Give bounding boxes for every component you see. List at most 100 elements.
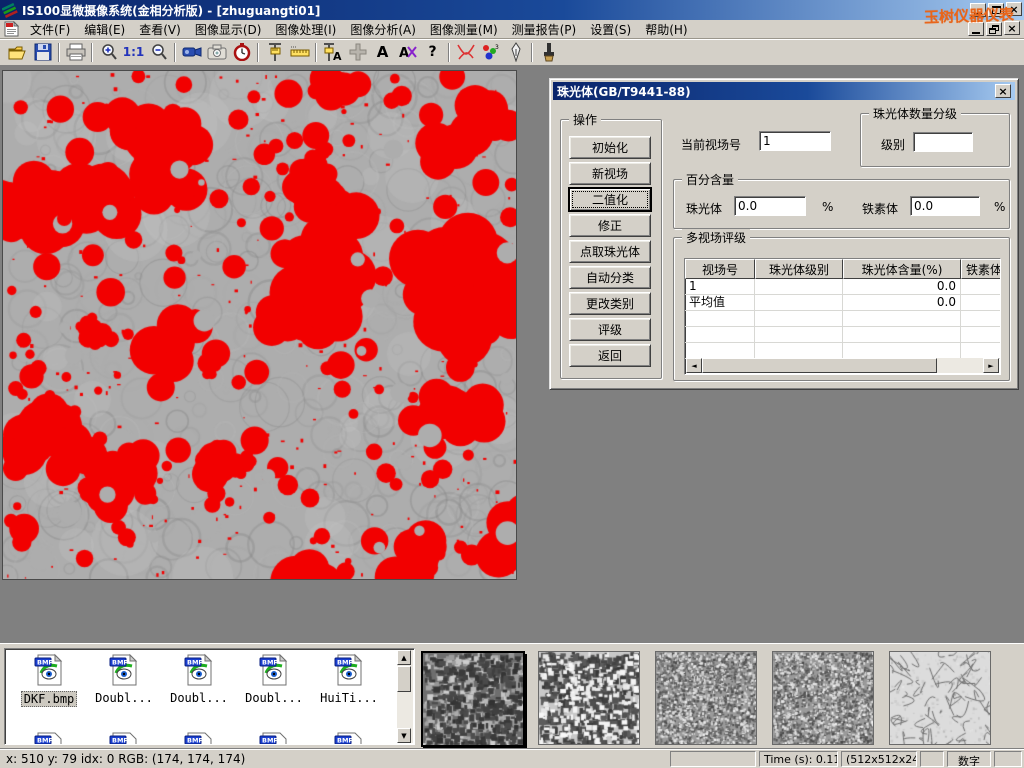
grade-input[interactable] bbox=[913, 132, 973, 152]
brush-tool-button[interactable] bbox=[536, 41, 561, 64]
status-panel-empty bbox=[920, 751, 944, 767]
scroll-left-arrow[interactable]: ◄ bbox=[686, 358, 702, 373]
grade-group-label: 珠光体数量分级 bbox=[869, 105, 961, 122]
bmp-file-icon: BMP bbox=[183, 653, 215, 687]
file-item-partial[interactable]: BMP bbox=[13, 731, 85, 745]
document-icon[interactable] bbox=[4, 21, 19, 37]
dialog-close-button[interactable]: × bbox=[995, 84, 1011, 98]
toolbar: 1:1 A A A ? 3 bbox=[0, 39, 1024, 66]
pick-pearlite-button[interactable]: 点取珠光体 bbox=[569, 240, 651, 263]
image-thumbnail[interactable] bbox=[421, 651, 525, 747]
col-field-number[interactable]: 视场号 bbox=[685, 259, 755, 279]
table-row[interactable]: 1 0.0 bbox=[685, 279, 1000, 295]
menu-item-view[interactable]: 查看(V) bbox=[132, 19, 188, 40]
print-icon bbox=[66, 43, 86, 61]
file-browser[interactable]: BMP DKF.bmp BMP Doubl... BMP Doubl... bbox=[4, 648, 415, 745]
minimize-button[interactable] bbox=[970, 3, 986, 17]
status-image-size: (512x512x24) bbox=[841, 751, 917, 767]
camera-icon bbox=[207, 44, 227, 60]
correct-button[interactable]: 修正 bbox=[569, 214, 651, 237]
measure-length-button[interactable] bbox=[262, 41, 287, 64]
menu-item-image-process[interactable]: 图像处理(I) bbox=[268, 19, 343, 40]
zoom-in-button[interactable] bbox=[96, 41, 121, 64]
status-time: Time (s): 0.113 bbox=[759, 751, 838, 767]
col-pearlite-grade[interactable]: 珠光体级别 bbox=[755, 259, 843, 279]
menu-item-file[interactable]: 文件(F) bbox=[23, 19, 77, 40]
pearlite-label: 珠光体 bbox=[686, 200, 722, 217]
actual-size-button[interactable]: 1:1 bbox=[121, 41, 146, 64]
table-horizontal-scrollbar[interactable]: ◄ ► bbox=[686, 358, 999, 373]
file-item[interactable]: BMP Doubl... bbox=[88, 653, 160, 705]
camera-button[interactable] bbox=[204, 41, 229, 64]
menu-item-settings[interactable]: 设置(S) bbox=[583, 19, 638, 40]
menu-item-report[interactable]: 测量报告(P) bbox=[505, 19, 584, 40]
col-pearlite-content[interactable]: 珠光体含量(%) bbox=[843, 259, 961, 279]
brush-icon bbox=[541, 42, 557, 62]
file-item-partial[interactable]: BMP bbox=[313, 731, 385, 745]
file-item[interactable]: BMP DKF.bmp bbox=[13, 653, 85, 707]
current-field-input[interactable] bbox=[759, 131, 831, 151]
timer-button[interactable] bbox=[229, 41, 254, 64]
file-item[interactable]: BMP Doubl... bbox=[163, 653, 235, 705]
auto-classify-button[interactable]: 自动分类 bbox=[569, 266, 651, 289]
table-row-empty bbox=[685, 311, 1000, 327]
count-points-button[interactable]: 3 bbox=[478, 41, 503, 64]
pen-tool-button[interactable] bbox=[503, 41, 528, 64]
image-thumbnail[interactable] bbox=[889, 651, 991, 745]
annotate-measure-button[interactable]: A bbox=[320, 41, 345, 64]
menu-item-image-analysis[interactable]: 图像分析(A) bbox=[343, 19, 423, 40]
file-list-scrollbar[interactable]: ▲ ▼ bbox=[397, 650, 413, 743]
actual-size-icon: 1:1 bbox=[123, 45, 145, 59]
zoom-out-button[interactable] bbox=[146, 41, 171, 64]
child-restore-button[interactable] bbox=[986, 22, 1002, 36]
video-capture-button[interactable] bbox=[179, 41, 204, 64]
move-button[interactable] bbox=[345, 41, 370, 64]
measure-ruler-button[interactable] bbox=[287, 41, 312, 64]
table-row[interactable]: 平均值 0.0 bbox=[685, 295, 1000, 311]
help-icon: ? bbox=[428, 44, 436, 60]
metallographic-image[interactable] bbox=[2, 70, 517, 580]
scrollbar-thumb[interactable] bbox=[397, 666, 411, 692]
save-button[interactable] bbox=[30, 41, 55, 64]
return-button[interactable]: 返回 bbox=[569, 344, 651, 367]
menu-item-help[interactable]: 帮助(H) bbox=[638, 19, 694, 40]
scroll-up-arrow[interactable]: ▲ bbox=[397, 650, 411, 665]
print-button[interactable] bbox=[63, 41, 88, 64]
close-button[interactable]: × bbox=[1006, 2, 1022, 16]
operation-group: 操作 初始化 新视场 二值化 修正 点取珠光体 自动分类 更改类别 评级 返回 bbox=[560, 119, 662, 379]
curve-tool-button[interactable] bbox=[453, 41, 478, 64]
new-field-button[interactable]: 新视场 bbox=[569, 162, 651, 185]
file-item[interactable]: BMP Doubl... bbox=[238, 653, 310, 705]
initialize-button[interactable]: 初始化 bbox=[569, 136, 651, 159]
grade-button[interactable]: 评级 bbox=[569, 318, 651, 341]
image-thumbnail[interactable] bbox=[538, 651, 640, 745]
scroll-down-arrow[interactable]: ▼ bbox=[397, 728, 411, 743]
child-close-button[interactable]: × bbox=[1004, 21, 1020, 35]
ferrite-percent-input[interactable] bbox=[910, 196, 980, 216]
file-item[interactable]: BMP HuiTi... bbox=[313, 653, 385, 705]
col-ferrite-content[interactable]: 铁素体含量(%) bbox=[961, 259, 1001, 279]
scrollbar-thumb[interactable] bbox=[702, 358, 937, 373]
toolbar-separator bbox=[448, 43, 450, 62]
binarize-button[interactable]: 二值化 bbox=[569, 188, 651, 211]
delete-text-button[interactable]: A bbox=[395, 41, 420, 64]
menu-item-image-display[interactable]: 图像显示(D) bbox=[188, 19, 269, 40]
menu-item-edit[interactable]: 编辑(E) bbox=[77, 19, 132, 40]
pearlite-percent-input[interactable] bbox=[734, 196, 806, 216]
help-button[interactable]: ? bbox=[420, 41, 445, 64]
child-minimize-button[interactable] bbox=[968, 22, 984, 36]
file-item-partial[interactable]: BMP bbox=[88, 731, 160, 745]
scroll-right-arrow[interactable]: ► bbox=[983, 358, 999, 373]
svg-text:BMP: BMP bbox=[187, 737, 203, 745]
file-item-partial[interactable]: BMP bbox=[238, 731, 310, 745]
file-item-partial[interactable]: BMP bbox=[163, 731, 235, 745]
image-thumbnail[interactable] bbox=[772, 651, 874, 745]
open-button[interactable] bbox=[5, 41, 30, 64]
svg-text:BMP: BMP bbox=[37, 737, 53, 745]
menu-item-image-measure[interactable]: 图像测量(M) bbox=[423, 19, 505, 40]
text-button[interactable]: A bbox=[370, 41, 395, 64]
change-class-button[interactable]: 更改类别 bbox=[569, 292, 651, 315]
image-thumbnail[interactable] bbox=[655, 651, 757, 745]
maximize-button[interactable] bbox=[988, 3, 1004, 17]
dialog-title-bar[interactable]: 珠光体(GB/T9441-88) × bbox=[553, 82, 1015, 100]
